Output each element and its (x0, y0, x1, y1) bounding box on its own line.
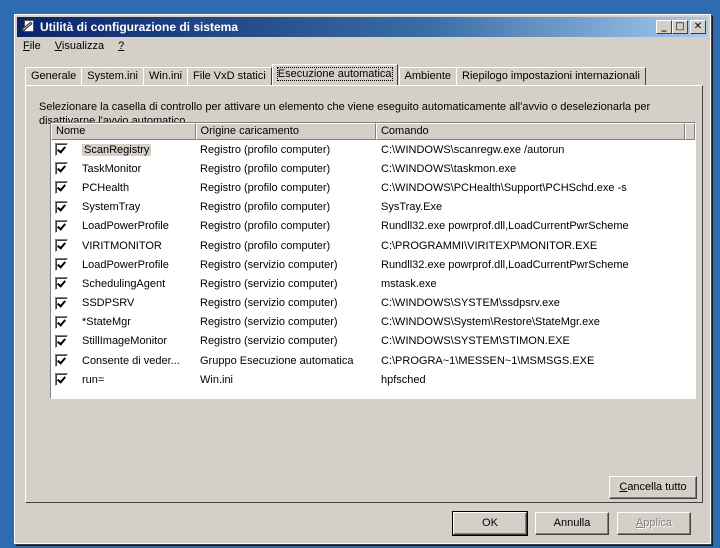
close-button[interactable]: ✕ (690, 20, 706, 34)
item-name: Consente di veder... (82, 354, 180, 367)
startup-checkbox[interactable] (55, 373, 68, 387)
table-row[interactable]: LoadPowerProfile Registro (servizio comp… (51, 255, 695, 274)
item-command: C:\WINDOWS\System\Restore\StateMgr.exe (381, 316, 600, 329)
msconfig-app-icon (20, 19, 36, 35)
menu-help[interactable]: ? (116, 39, 126, 57)
item-name: LoadPowerProfile (82, 258, 169, 271)
minimize-button[interactable]: _ (656, 20, 672, 34)
item-name: run= (82, 373, 105, 386)
tab-environment[interactable]: Ambiente (398, 67, 457, 85)
startup-checkbox[interactable] (55, 143, 68, 157)
startup-checkbox[interactable] (55, 200, 68, 214)
tab-startup[interactable]: Esecuzione automatica (271, 64, 398, 85)
item-origin: Registro (profilo computer) (200, 143, 331, 156)
table-row[interactable]: PCHealth Registro (profilo computer) C:\… (51, 178, 695, 197)
apply-button[interactable]: Applica (617, 512, 691, 535)
item-command: C:\PROGRAMMI\VIRITEXP\MONITOR.EXE (381, 239, 598, 252)
menu-file[interactable]: File (21, 39, 43, 57)
item-origin: Registro (profilo computer) (200, 239, 331, 252)
ok-button[interactable]: OK (452, 511, 528, 536)
tab-static-vxd[interactable]: File VxD statici (187, 67, 272, 85)
item-name: *StateMgr (82, 316, 131, 329)
startup-checkbox[interactable] (55, 315, 68, 329)
item-origin: Registro (servizio computer) (200, 297, 338, 310)
item-origin: Registro (profilo computer) (200, 162, 331, 175)
column-header-filler (685, 123, 695, 140)
item-origin: Registro (profilo computer) (200, 181, 331, 194)
item-origin: Registro (profilo computer) (200, 220, 331, 233)
table-row[interactable]: run= Win.ini hpfsched (51, 370, 695, 389)
tab-international[interactable]: Riepilogo impostazioni internazionali (456, 67, 646, 85)
cancel-button[interactable]: Annulla (535, 512, 609, 535)
startup-checkbox[interactable] (55, 181, 68, 195)
item-origin: Registro (servizio computer) (200, 277, 338, 290)
table-row[interactable]: SSDPSRV Registro (servizio computer) C:\… (51, 294, 695, 313)
item-command: Rundll32.exe powrprof.dll,LoadCurrentPwr… (381, 258, 629, 271)
menu-bar: File Visualizza ? (19, 39, 126, 57)
item-command: Rundll32.exe powrprof.dll,LoadCurrentPwr… (381, 220, 629, 233)
list-body: ScanRegistry Registro (profilo computer)… (51, 140, 695, 389)
item-name: LoadPowerProfile (82, 220, 169, 233)
item-command: C:\WINDOWS\PCHealth\Support\PCHSchd.exe … (381, 181, 627, 194)
clear-all-button[interactable]: Cancella tutto (609, 476, 697, 499)
table-row[interactable]: TaskMonitor Registro (profilo computer) … (51, 159, 695, 178)
item-name: SystemTray (82, 201, 141, 214)
title-bar[interactable]: Utilità di configurazione di sistema _ □… (17, 17, 708, 37)
list-header: Nome Origine caricamento Comando (51, 123, 695, 140)
item-name: StillImageMonitor (82, 335, 167, 348)
table-row[interactable]: SystemTray Registro (profilo computer) S… (51, 198, 695, 217)
table-row[interactable]: StillImageMonitor Registro (servizio com… (51, 332, 695, 351)
item-name: SSDPSRV (82, 297, 135, 310)
tab-win-ini[interactable]: Win.ini (143, 67, 189, 85)
maximize-button[interactable]: □ (672, 20, 688, 34)
item-origin: Registro (servizio computer) (200, 258, 338, 271)
system-config-window: Utilità di configurazione di sistema _ □… (14, 14, 711, 544)
startup-checkbox[interactable] (55, 277, 68, 291)
tab-system-ini[interactable]: System.ini (81, 67, 145, 85)
startup-checkbox[interactable] (55, 219, 68, 233)
startup-checkbox[interactable] (55, 162, 68, 176)
item-origin: Registro (servizio computer) (200, 335, 338, 348)
item-name: VIRITMONITOR (82, 239, 162, 252)
item-command: C:\WINDOWS\scanregw.exe /autorun (381, 143, 565, 156)
item-name: PCHealth (82, 181, 130, 194)
tab-general[interactable]: Generale (25, 67, 83, 85)
item-command: C:\PROGRA~1\MESSEN~1\MSMSGS.EXE (381, 354, 595, 367)
item-origin: Registro (profilo computer) (200, 201, 331, 214)
window-title: Utilità di configurazione di sistema (40, 20, 239, 34)
table-row[interactable]: SchedulingAgent Registro (servizio compu… (51, 274, 695, 293)
item-name: SchedulingAgent (82, 277, 166, 290)
startup-checkbox[interactable] (55, 296, 68, 310)
item-name: TaskMonitor (82, 162, 142, 175)
table-row[interactable]: LoadPowerProfile Registro (profilo compu… (51, 217, 695, 236)
item-name: ScanRegistry (82, 143, 152, 156)
startup-checkbox[interactable] (55, 258, 68, 272)
item-command: mstask.exe (381, 277, 437, 290)
table-row[interactable]: ScanRegistry Registro (profilo computer)… (51, 140, 695, 159)
item-origin: Win.ini (200, 373, 234, 386)
table-row[interactable]: VIRITMONITOR Registro (profilo computer)… (51, 236, 695, 255)
menu-view[interactable]: Visualizza (53, 39, 106, 57)
column-header-command[interactable]: Comando (375, 123, 685, 140)
startup-checkbox[interactable] (55, 354, 68, 368)
column-header-name[interactable]: Nome (51, 123, 196, 140)
table-row[interactable]: Consente di veder... Gruppo Esecuzione a… (51, 351, 695, 370)
startup-checkbox[interactable] (55, 239, 68, 253)
item-command: hpfsched (381, 373, 426, 386)
item-command: C:\WINDOWS\SYSTEM\ssdpsrv.exe (381, 297, 560, 310)
item-origin: Registro (servizio computer) (200, 316, 338, 329)
startup-items-list[interactable]: Nome Origine caricamento Comando ScanReg… (50, 122, 696, 399)
item-command: C:\WINDOWS\taskmon.exe (381, 162, 517, 175)
item-origin: Gruppo Esecuzione automatica (200, 354, 354, 367)
item-command: C:\WINDOWS\SYSTEM\STIMON.EXE (381, 335, 570, 348)
startup-checkbox[interactable] (55, 334, 68, 348)
tab-strip: Generale System.ini Win.ini File VxD sta… (25, 64, 646, 85)
item-command: SysTray.Exe (381, 201, 443, 214)
column-header-origin[interactable]: Origine caricamento (195, 123, 376, 140)
table-row[interactable]: *StateMgr Registro (servizio computer) C… (51, 313, 695, 332)
